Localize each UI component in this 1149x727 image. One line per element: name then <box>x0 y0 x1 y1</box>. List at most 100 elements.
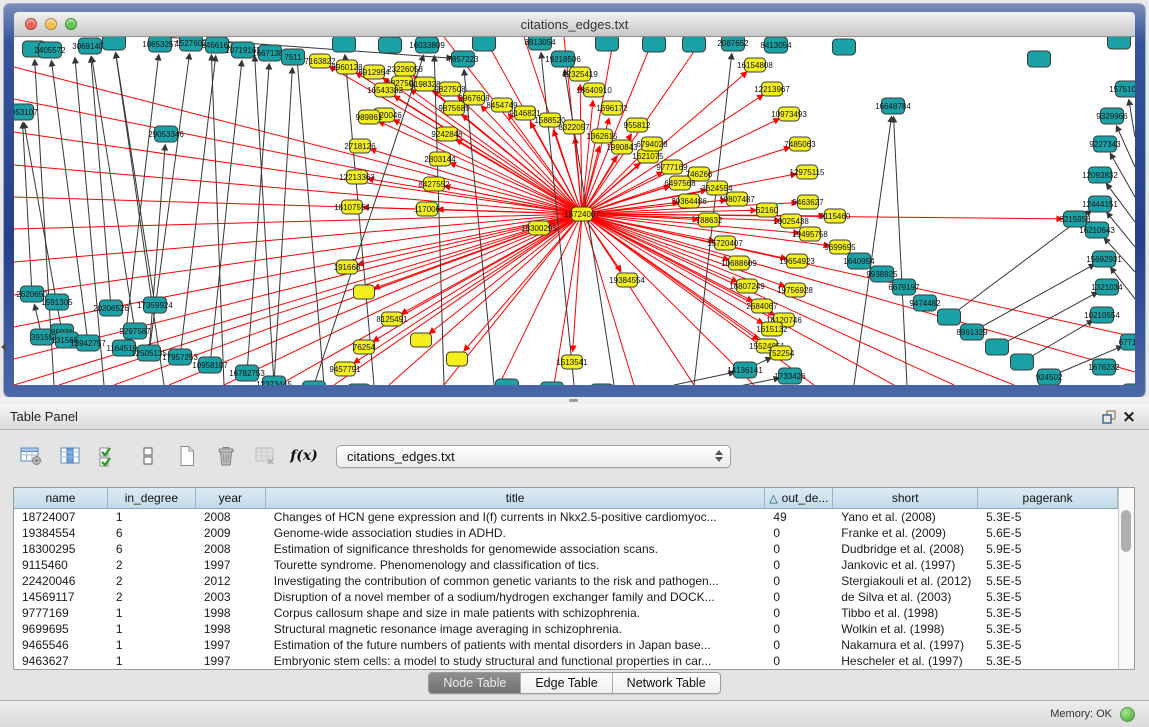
minimize-window-icon[interactable] <box>45 18 57 30</box>
table-cell[interactable]: 0 <box>765 525 833 541</box>
table-cell[interactable]: 1997 <box>196 653 266 669</box>
table-scrollbar[interactable] <box>1118 488 1134 669</box>
table-cell[interactable]: 9463627 <box>14 653 108 669</box>
table-cell[interactable]: Dudbridge et al. (2008) <box>833 541 978 557</box>
table-cell[interactable]: 0 <box>765 653 833 669</box>
table-cell[interactable]: 5.6E-5 <box>978 525 1118 541</box>
column-header-year[interactable]: year <box>196 488 266 508</box>
table-cell[interactable]: Corpus callosum shape and size in male p… <box>266 605 766 621</box>
table-cell[interactable]: 0 <box>765 637 833 653</box>
table-row[interactable]: 946362711997Embryonic stem cells: a mode… <box>14 653 1118 669</box>
graph-node[interactable] <box>986 339 1009 355</box>
table-cell[interactable]: 1997 <box>196 557 266 573</box>
close-window-icon[interactable] <box>25 18 37 30</box>
table-cell[interactable]: 5.3E-5 <box>978 637 1118 653</box>
table-cell[interactable]: Embryonic stem cells: a model to study s… <box>266 653 766 669</box>
table-cell[interactable]: 9699695 <box>14 621 108 637</box>
table-cell[interactable]: 9465546 <box>14 637 108 653</box>
table-cell[interactable]: 6 <box>108 525 196 541</box>
match-highlight-icon[interactable] <box>96 443 122 469</box>
table-cell[interactable]: 1 <box>108 653 196 669</box>
table-cell[interactable]: Genome-wide association studies in ADHD. <box>266 525 766 541</box>
table-cell[interactable]: 1 <box>108 509 196 525</box>
graph-node[interactable] <box>938 309 961 325</box>
table-cell[interactable]: Disruption of a novel member of a sodium… <box>266 589 766 605</box>
table-cell[interactable]: Stergiakouli et al. (2012) <box>833 573 978 589</box>
graph-node[interactable] <box>379 37 402 53</box>
graph-edge-red[interactable] <box>379 122 582 214</box>
network-canvas[interactable]: 1872400771638228960128891295423226058982… <box>14 37 1135 385</box>
table-cell[interactable]: Estimation of the future numbers of pati… <box>266 637 766 653</box>
graph-node[interactable] <box>411 333 432 347</box>
table-cell[interactable]: de Silva et al. (2003) <box>833 589 978 605</box>
column-header-title[interactable]: title <box>266 488 766 508</box>
panel-divider[interactable] <box>0 397 1149 404</box>
table-cell[interactable]: 2008 <box>196 509 266 525</box>
table-cell[interactable]: 2 <box>108 589 196 605</box>
graph-edge-black[interactable] <box>997 292 1097 347</box>
table-cell[interactable]: 0 <box>765 541 833 557</box>
function-builder-icon[interactable]: f(x) <box>291 443 317 469</box>
table-cell[interactable]: 1 <box>108 621 196 637</box>
graph-edge-red[interactable] <box>14 214 582 385</box>
graph-edge-red[interactable] <box>169 214 582 385</box>
table-cell[interactable]: Structural magnetic resonance image aver… <box>266 621 766 637</box>
table-cell[interactable]: 5.5E-5 <box>978 573 1118 589</box>
table-cell[interactable]: 19384554 <box>14 525 108 541</box>
graph-edge-black[interactable] <box>274 68 292 384</box>
graph-node[interactable] <box>333 37 356 52</box>
table-cell[interactable]: Jankovic et al. (1997) <box>833 557 978 573</box>
graph-edge-red[interactable] <box>14 67 582 214</box>
graph-node[interactable] <box>683 37 706 52</box>
table-cell[interactable]: 5.3E-5 <box>978 589 1118 605</box>
table-cell[interactable]: 2003 <box>196 589 266 605</box>
tab-network-table[interactable]: Network Table <box>613 673 720 693</box>
graph-node[interactable] <box>496 379 519 385</box>
table-cell[interactable]: 0 <box>765 573 833 589</box>
table-cell[interactable]: 0 <box>765 605 833 621</box>
table-cell[interactable]: 5.9E-5 <box>978 541 1118 557</box>
graph-node[interactable] <box>833 39 856 55</box>
graph-edge-black[interactable] <box>210 61 242 365</box>
graph-edge-red[interactable] <box>464 214 582 351</box>
table-cell[interactable]: Franke et al. (2009) <box>833 525 978 541</box>
table-cell[interactable]: 2 <box>108 573 196 589</box>
column-header-pagerank[interactable]: pagerank <box>978 488 1118 508</box>
table-cell[interactable]: 1 <box>108 605 196 621</box>
table-cell[interactable]: Wolkin et al. (1998) <box>833 621 978 637</box>
graph-node[interactable] <box>591 384 614 385</box>
table-cell[interactable]: 9777169 <box>14 605 108 621</box>
zoom-window-icon[interactable] <box>65 18 77 30</box>
table-cell[interactable]: Investigating the contribution of common… <box>266 573 766 589</box>
table-row[interactable]: 969969511998Structural magnetic resonanc… <box>14 621 1118 637</box>
graph-node[interactable] <box>1028 51 1051 67</box>
graph-edge-red[interactable] <box>573 214 582 351</box>
divider-grip-icon[interactable] <box>569 399 578 402</box>
graph-edge-black[interactable] <box>1129 100 1135 137</box>
graph-edge-red[interactable] <box>582 101 593 214</box>
column-header-out_de[interactable]: △out_de... <box>765 488 833 508</box>
table-cell[interactable]: Yano et al. (2008) <box>833 509 978 525</box>
graph-node[interactable] <box>643 37 666 52</box>
table-cell[interactable]: 0 <box>765 589 833 605</box>
graph-node[interactable] <box>348 384 371 385</box>
table-cell[interactable]: 5.3E-5 <box>978 621 1118 637</box>
select-columns-icon[interactable] <box>57 443 83 469</box>
table-cell[interactable]: 1998 <box>196 605 266 621</box>
column-header-name[interactable]: name <box>14 488 108 508</box>
graph-edge-red[interactable] <box>371 149 582 214</box>
table-cell[interactable]: 6 <box>108 541 196 557</box>
table-cell[interactable]: 18724007 <box>14 509 108 525</box>
table-cell[interactable]: 18300295 <box>14 541 108 557</box>
memory-status-icon[interactable] <box>1120 707 1135 722</box>
column-header-in_degree[interactable]: in_degree <box>108 488 196 508</box>
graph-edge-red[interactable] <box>14 165 582 214</box>
tab-edge-table[interactable]: Edge Table <box>521 673 612 693</box>
graph-edge-red[interactable] <box>59 214 582 385</box>
graph-node[interactable] <box>541 382 564 385</box>
table-selector-dropdown[interactable]: citations_edges.txt <box>336 445 731 468</box>
graph-edge-black[interactable] <box>23 123 32 294</box>
graph-edge-red[interactable] <box>582 214 1014 385</box>
table-cell[interactable]: Estimation of significance thresholds fo… <box>266 541 766 557</box>
table-cell[interactable]: 14569117 <box>14 589 108 605</box>
